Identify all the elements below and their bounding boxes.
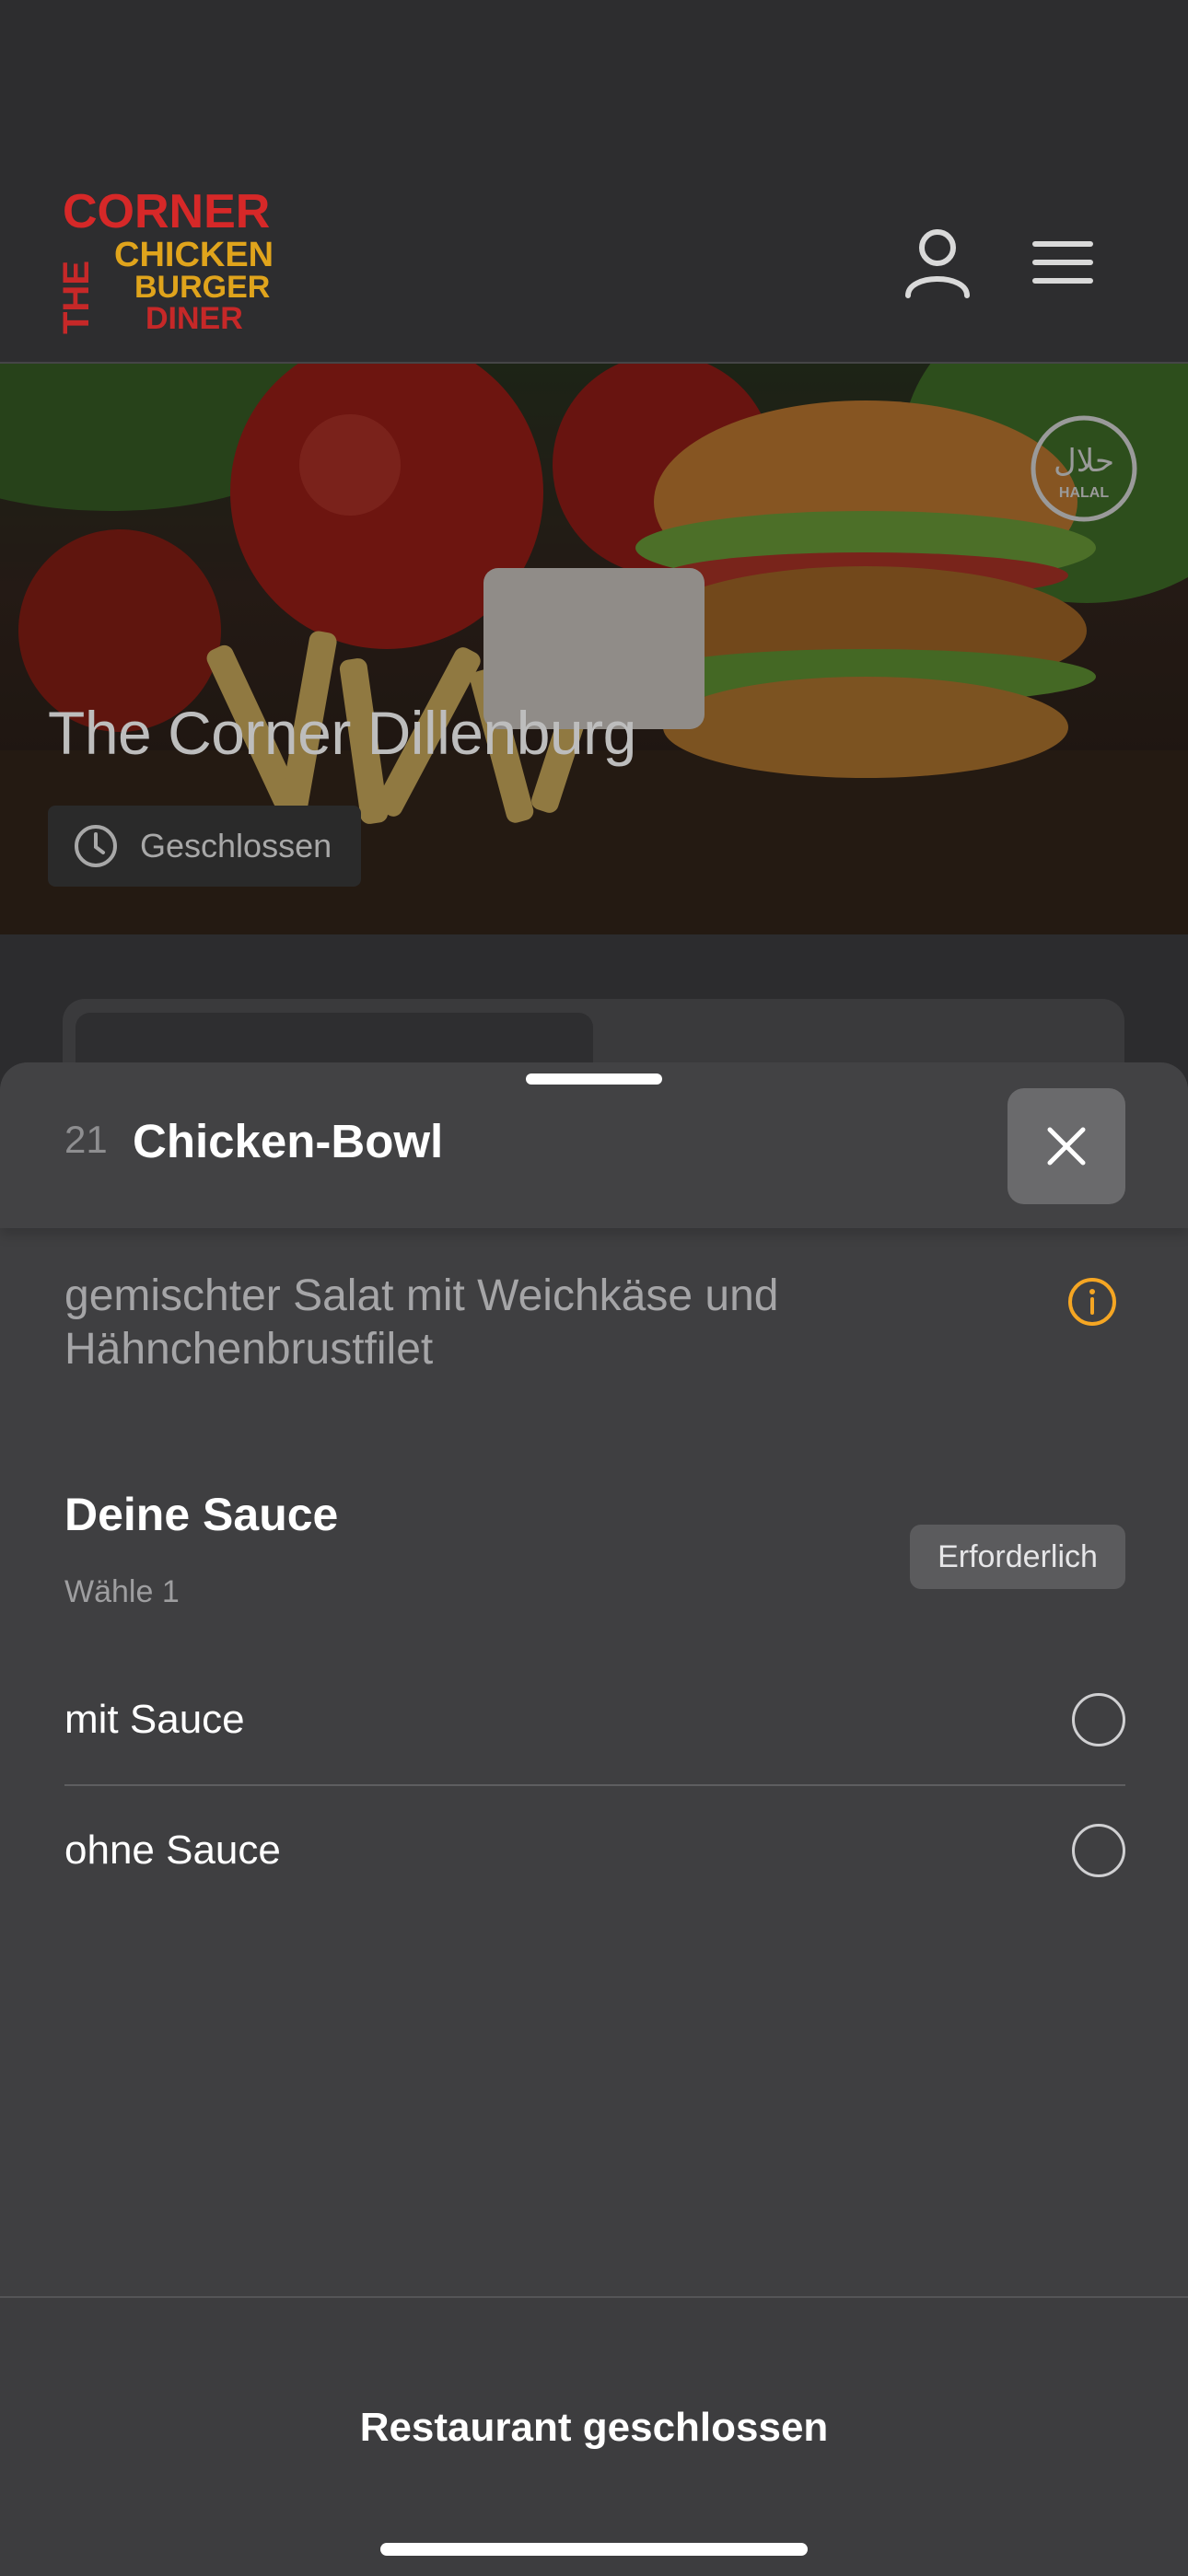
close-icon (1047, 1127, 1086, 1166)
option-row-mit-sauce[interactable]: mit Sauce (64, 1655, 1125, 1784)
sheet-footer: Restaurant geschlossen (0, 2296, 1188, 2576)
option-group-title: Deine Sauce (64, 1489, 339, 1540)
restaurant-closed-button[interactable]: Restaurant geschlossen (0, 2405, 1188, 2451)
item-number: 21 (64, 1118, 108, 1161)
restaurant-logo[interactable]: THE CORNER CHICKEN BURGER DINER (61, 189, 291, 336)
clock-icon (75, 825, 117, 867)
halal-arabic-text: حلال (1054, 443, 1114, 480)
logo-text-diner: DINER (146, 301, 243, 336)
hamburger-menu-icon[interactable] (1026, 226, 1100, 299)
logo-text-corner: CORNER (63, 189, 270, 238)
required-badge: Erforderlich (910, 1525, 1125, 1589)
restaurant-name: The Corner Dillenburg (48, 699, 636, 767)
sheet-header: 21 Chicken-Bowl (0, 1062, 1188, 1228)
option-label: mit Sauce (64, 1697, 245, 1742)
logo-text-the: THE (61, 261, 97, 334)
option-row-ohne-sauce[interactable]: ohne Sauce (64, 1786, 1125, 1915)
info-icon[interactable] (1066, 1276, 1118, 1328)
close-button[interactable] (1007, 1088, 1125, 1204)
logo-text-chicken: CHICKEN (114, 236, 274, 274)
status-text: Geschlossen (140, 827, 332, 864)
option-label: ohne Sauce (64, 1828, 281, 1873)
radio-button[interactable] (1072, 1693, 1125, 1746)
person-icon[interactable] (901, 226, 974, 299)
home-indicator[interactable] (380, 2543, 808, 2556)
app-header: THE CORNER CHICKEN BURGER DINER (0, 0, 1188, 364)
status-badge: Geschlossen (48, 806, 361, 887)
option-group-subtitle: Wähle 1 (64, 1574, 180, 1609)
halal-badge: حلال HALAL (1031, 415, 1137, 522)
radio-button[interactable] (1072, 1824, 1125, 1877)
item-title: Chicken-Bowl (133, 1115, 444, 1167)
item-description: gemischter Salat mit Weichkäse und Hähnc… (64, 1271, 779, 1374)
logo-text-burger: BURGER (134, 270, 270, 305)
halal-text: HALAL (1059, 485, 1109, 501)
sheet-grabber[interactable] (526, 1073, 662, 1085)
